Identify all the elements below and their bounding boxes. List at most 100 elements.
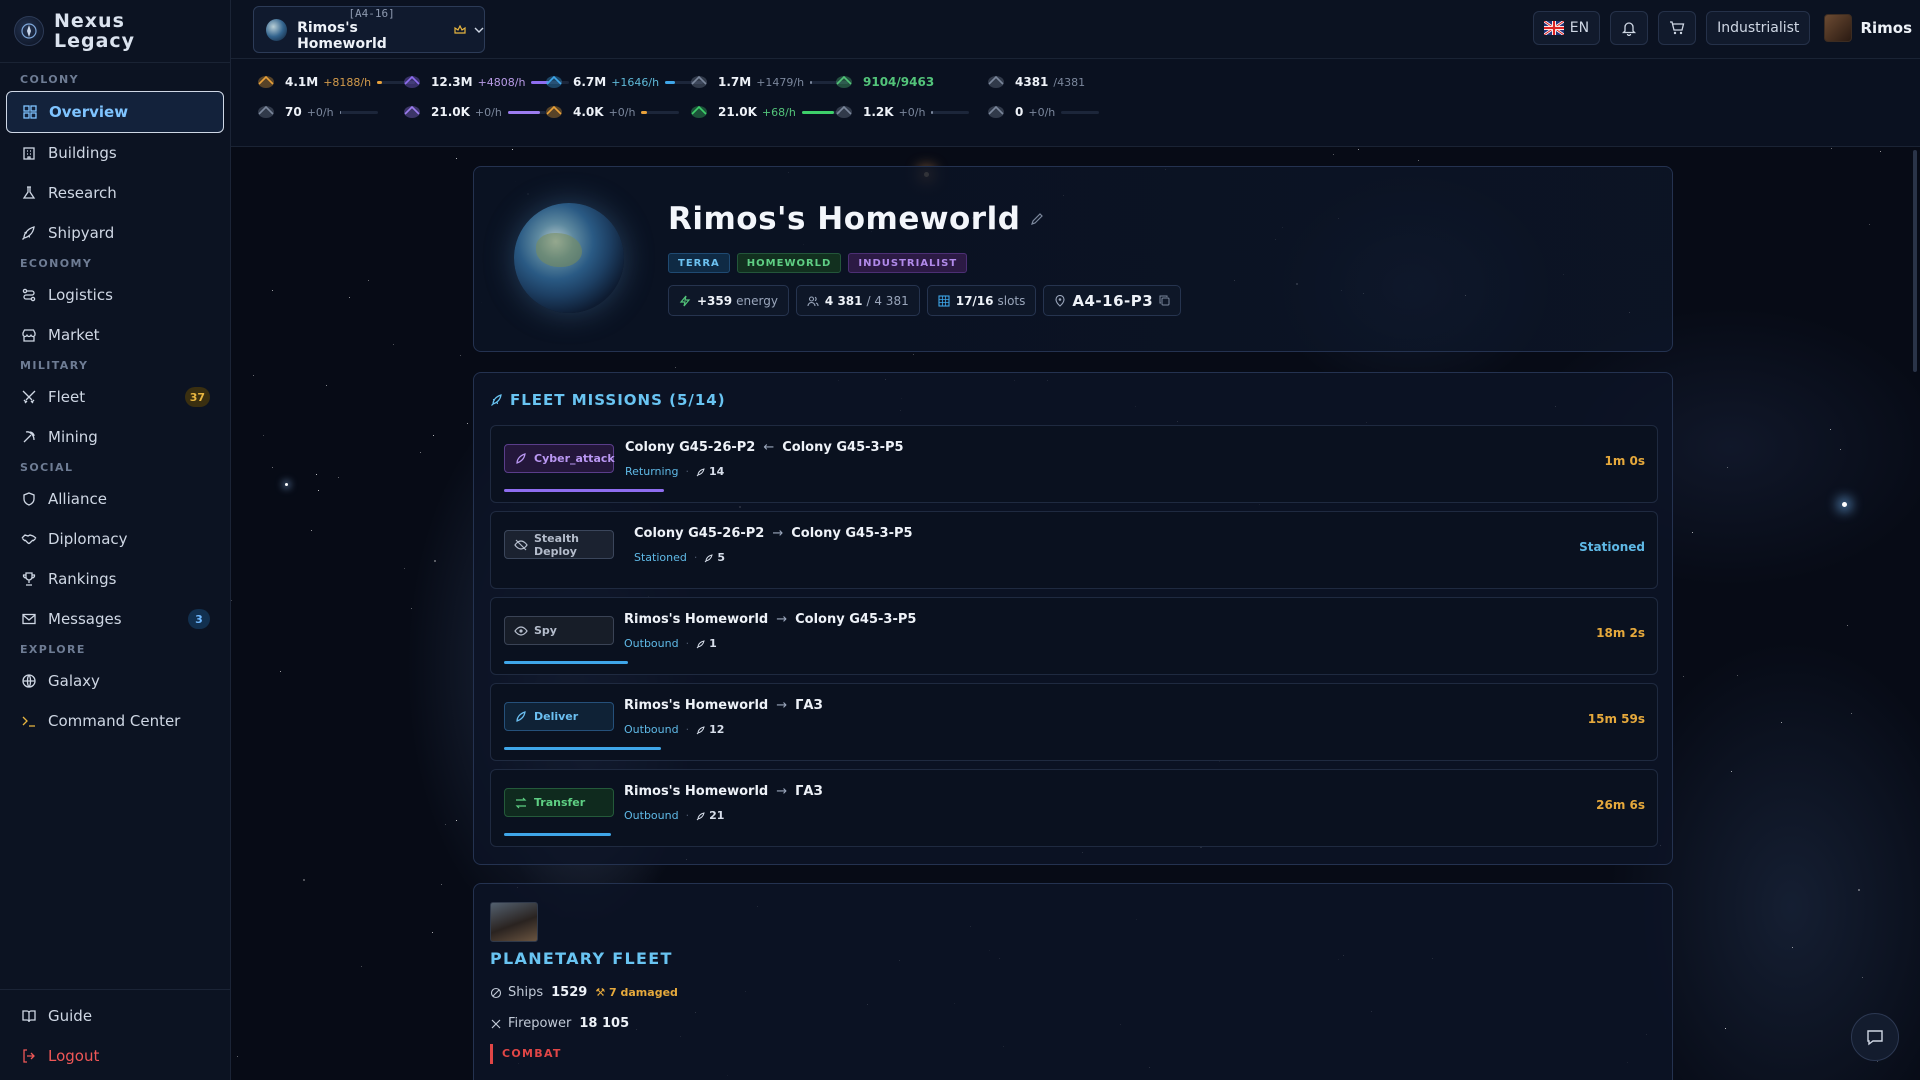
star bbox=[311, 530, 312, 531]
guide-link[interactable]: Guide bbox=[0, 996, 230, 1036]
mission-row[interactable]: Stealth Deploy Colony G45-26-P2 → Colony… bbox=[490, 511, 1658, 589]
resource-value: 6.7M bbox=[573, 75, 607, 89]
tag-terra: TERRA bbox=[668, 253, 730, 273]
star bbox=[432, 932, 433, 933]
star bbox=[1851, 713, 1852, 714]
separator-dot: · bbox=[685, 465, 690, 478]
water-drop-icon bbox=[541, 71, 567, 93]
ships-row: Ships 1529 ⚒ 7 damaged bbox=[490, 985, 678, 1000]
mission-destination: Colony G45-3-P5 bbox=[795, 612, 917, 627]
class-badge[interactable]: Industrialist bbox=[1706, 11, 1811, 45]
mission-route: Rimos's Homeworld → ГАЗ bbox=[624, 784, 823, 799]
fuel-icon bbox=[686, 71, 712, 93]
class-label: Industrialist bbox=[1717, 20, 1800, 36]
app-logo[interactable]: Nexus Legacy bbox=[0, 0, 230, 63]
sidebar-item-messages[interactable]: Messages 3 bbox=[0, 599, 230, 639]
sidebar-item-logistics[interactable]: Logistics bbox=[0, 275, 230, 315]
language-selector[interactable]: EN bbox=[1532, 11, 1601, 45]
copy-icon[interactable] bbox=[1159, 295, 1170, 306]
resource-rate: +0/h bbox=[898, 105, 926, 119]
topbar: [A4-16] Rimos's Homeworld EN Industriali… bbox=[231, 0, 1920, 59]
star bbox=[1877, 1061, 1878, 1062]
mission-ship-count: 21 bbox=[696, 809, 724, 822]
sidebar-item-label: Alliance bbox=[48, 490, 107, 508]
scrollbar[interactable] bbox=[1913, 150, 1917, 372]
sidebar-item-buildings[interactable]: Buildings bbox=[0, 133, 230, 173]
sidebar-item-label: Buildings bbox=[48, 144, 117, 162]
mission-destination: Colony G45-3-P5 bbox=[782, 440, 904, 455]
resource-row1-0[interactable]: 4.1M +8188/h bbox=[253, 71, 416, 93]
shop-button[interactable] bbox=[1658, 11, 1697, 45]
mission-type-deliver-button[interactable]: Deliver bbox=[504, 702, 614, 731]
damaged-count: 7 damaged bbox=[609, 986, 678, 999]
fleet-missions-card: FLEET MISSIONS (5/14) Cyber_attack Colon… bbox=[473, 372, 1673, 865]
mission-type-spy-button[interactable]: Spy bbox=[504, 616, 614, 645]
mission-origin: Colony G45-26-P2 bbox=[634, 526, 765, 541]
messages-count-badge: 3 bbox=[188, 609, 210, 629]
star bbox=[1869, 224, 1870, 225]
resource-row1-3[interactable]: 1.7M +1479/h bbox=[686, 71, 849, 93]
fleet-missions-title: FLEET MISSIONS (5/14) bbox=[510, 391, 726, 409]
sidebar-item-galaxy[interactable]: Galaxy bbox=[0, 661, 230, 701]
resource-row2-5[interactable]: 0 +0/h bbox=[983, 101, 1100, 123]
resource-rate: /4381 bbox=[1053, 75, 1086, 89]
resource-row2-4[interactable]: 1.2K +0/h bbox=[831, 101, 970, 123]
sidebar-item-shipyard[interactable]: Shipyard bbox=[0, 213, 230, 253]
star bbox=[1862, 977, 1863, 978]
resource-value: 4381 bbox=[1015, 75, 1049, 89]
pickaxe-icon bbox=[20, 428, 38, 446]
sidebar-item-label: Messages bbox=[48, 610, 122, 628]
separator-dot: · bbox=[685, 809, 690, 822]
mission-type-cyber-button[interactable]: Cyber_attack bbox=[504, 444, 615, 473]
route-arrow-icon: → bbox=[776, 698, 788, 713]
slots-value: 17/16 bbox=[955, 293, 994, 308]
star bbox=[434, 560, 436, 562]
sidebar-item-market[interactable]: Market bbox=[0, 315, 230, 355]
flask-icon bbox=[20, 184, 38, 202]
star bbox=[1831, 148, 1832, 149]
notifications-button[interactable] bbox=[1610, 11, 1649, 45]
mission-type-stealth-button[interactable]: Stealth Deploy bbox=[504, 530, 614, 559]
language-label: EN bbox=[1569, 20, 1590, 36]
sidebar-item-rankings[interactable]: Rankings bbox=[0, 559, 230, 599]
energy-core-icon bbox=[831, 71, 857, 93]
mission-row[interactable]: Deliver Rimos's Homeworld → ГАЗ Outbound… bbox=[490, 683, 1658, 761]
route-icon bbox=[20, 286, 38, 304]
uk-flag-icon bbox=[1543, 21, 1564, 35]
mission-row[interactable]: Cyber_attack Colony G45-26-P2 ← Colony G… bbox=[490, 425, 1658, 503]
resource-rate: +0/h bbox=[1028, 105, 1056, 119]
chat-button[interactable] bbox=[1851, 1013, 1899, 1061]
sidebar-item-overview[interactable]: Overview bbox=[6, 91, 224, 133]
coordinate-stat[interactable]: A4-16-P3 bbox=[1043, 285, 1182, 316]
resource-row2-1[interactable]: 21.0K +0/h bbox=[399, 101, 546, 123]
firepower-label: Firepower bbox=[508, 1016, 572, 1031]
resource-row1-2[interactable]: 6.7M +1646/h bbox=[541, 71, 704, 93]
resource-row2-3[interactable]: 21.0K +68/h bbox=[686, 101, 840, 123]
sidebar-item-fleet[interactable]: Fleet 37 bbox=[0, 377, 230, 417]
resource-value: 4.1M bbox=[285, 75, 319, 89]
sidebar-item-alliance[interactable]: Alliance bbox=[0, 479, 230, 519]
resource-row2-0[interactable]: 70 +0/h bbox=[253, 101, 378, 123]
user-menu[interactable]: Rimos bbox=[1820, 14, 1912, 42]
sidebar-item-mining[interactable]: Mining bbox=[0, 417, 230, 457]
mission-status-line: Stationed · 5 bbox=[634, 551, 725, 564]
edit-pencil-icon[interactable] bbox=[1030, 212, 1044, 226]
mission-row[interactable]: Spy Rimos's Homeworld → Colony G45-3-P5 … bbox=[490, 597, 1658, 675]
resource-row1-5[interactable]: 4381 /4381 bbox=[983, 71, 1085, 93]
star bbox=[272, 467, 273, 468]
logout-button[interactable]: Logout bbox=[0, 1036, 230, 1076]
mission-destination: Colony G45-3-P5 bbox=[791, 526, 913, 541]
sidebar-item-command-center[interactable]: Command Center bbox=[0, 701, 230, 741]
mission-row[interactable]: Transfer Rimos's Homeworld → ГАЗ Outboun… bbox=[490, 769, 1658, 847]
sidebar-item-diplomacy[interactable]: Diplomacy bbox=[0, 519, 230, 559]
resource-row1-4[interactable]: 9104/9463 bbox=[831, 71, 934, 93]
mission-type-transfer-button[interactable]: Transfer bbox=[504, 788, 614, 817]
lightning-icon bbox=[679, 295, 691, 307]
planet-selector[interactable]: [A4-16] Rimos's Homeworld bbox=[253, 6, 485, 53]
rocket-small-icon bbox=[704, 553, 714, 563]
resource-row2-2[interactable]: 4.0K +0/h bbox=[541, 101, 680, 123]
sidebar-item-research[interactable]: Research bbox=[0, 173, 230, 213]
resource-rate: +1646/h bbox=[611, 75, 660, 89]
crown-icon bbox=[454, 24, 466, 35]
rocket-small-icon bbox=[696, 639, 706, 649]
